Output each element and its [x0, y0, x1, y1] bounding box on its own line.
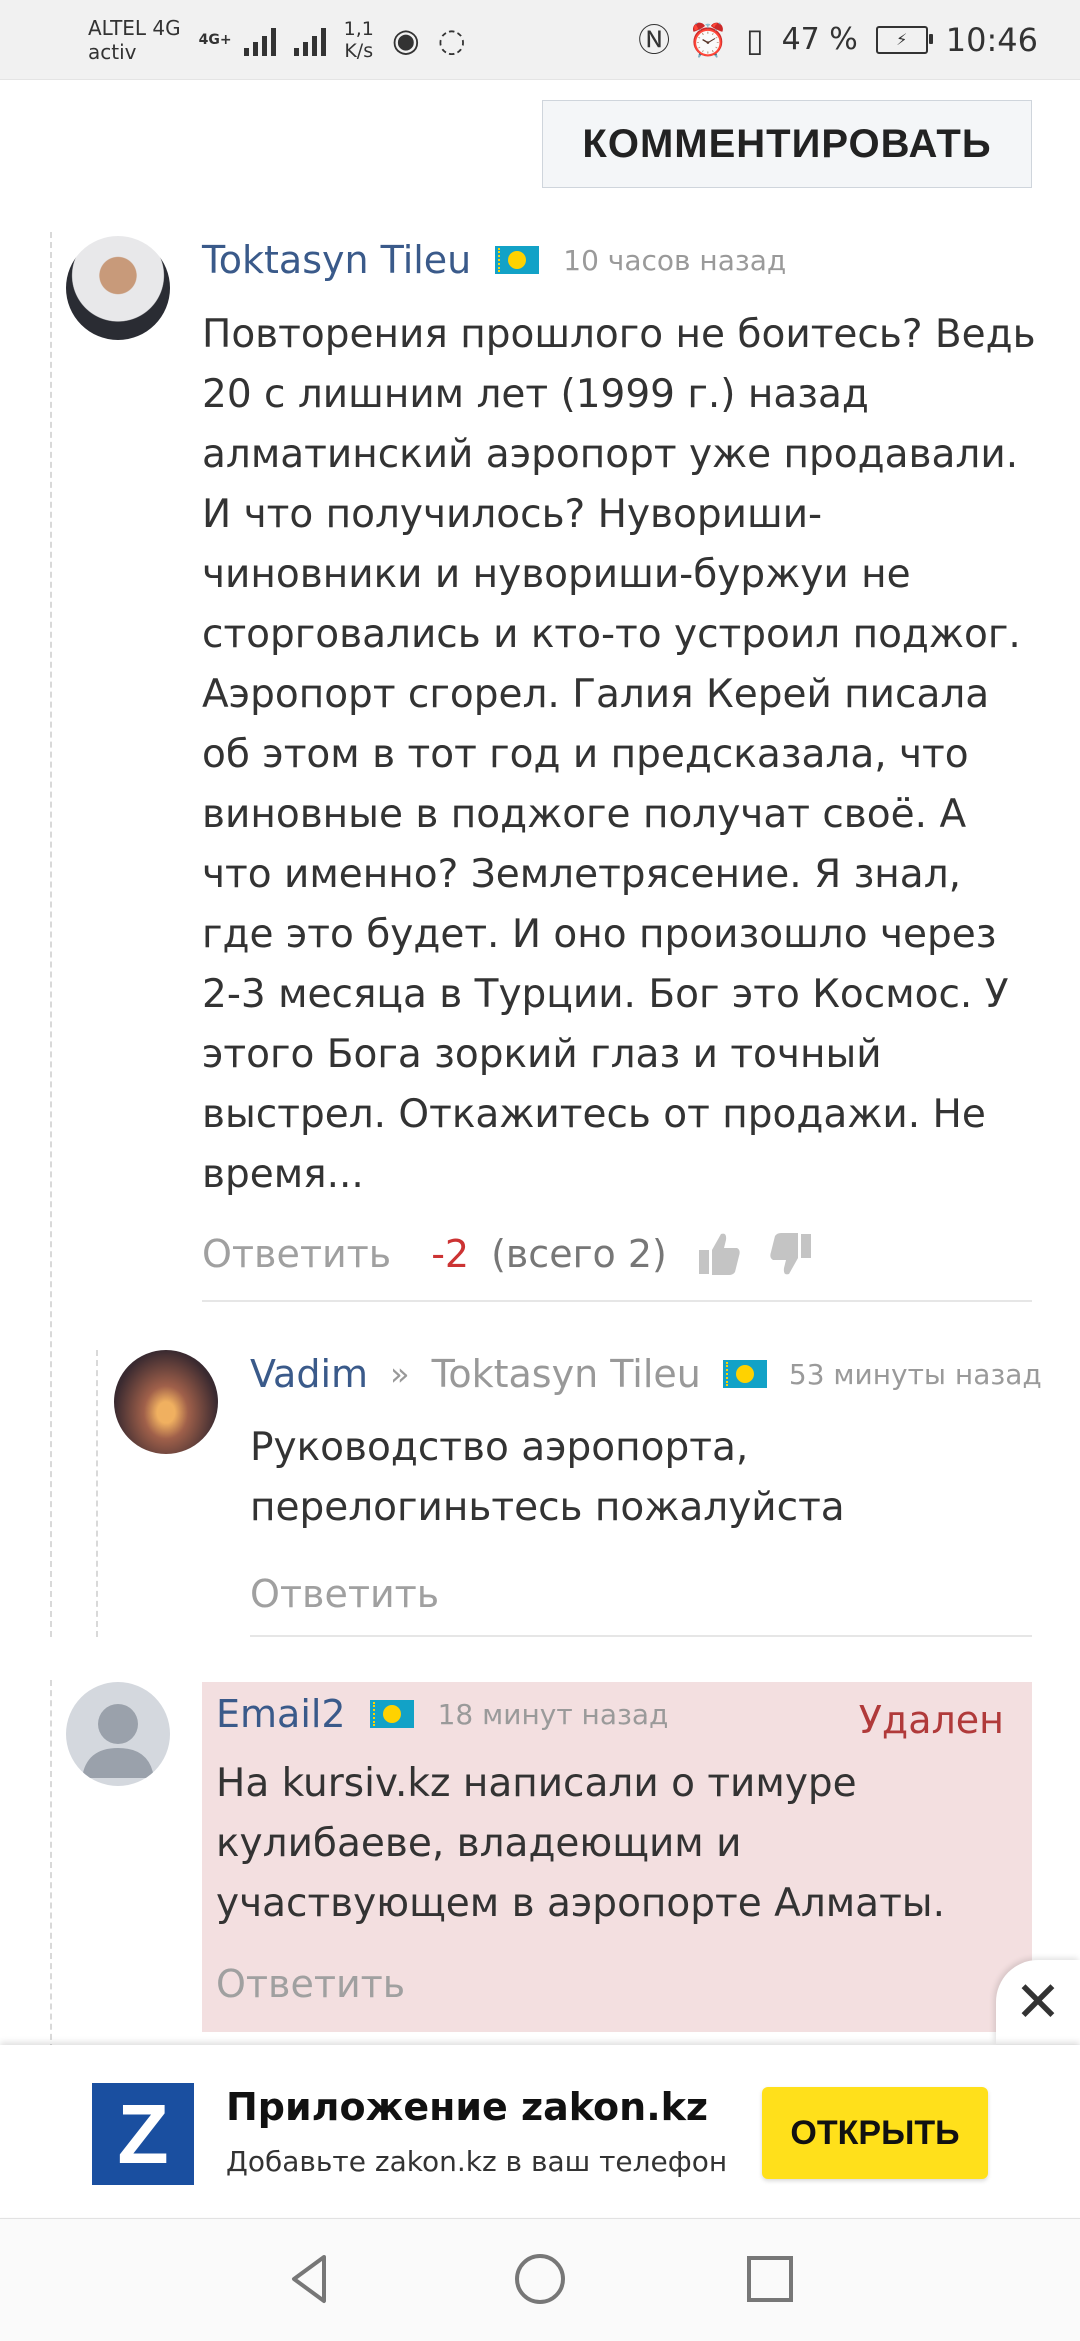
thread-line — [50, 232, 52, 1637]
avatar-toktasyn[interactable] — [66, 236, 170, 340]
signal-bars-icon — [243, 24, 276, 56]
comment-header: Email2 18 минут назад — [216, 1692, 668, 1736]
avatar-vadim[interactable] — [114, 1350, 218, 1454]
reply-link[interactable]: Ответить — [216, 1962, 405, 2006]
reply-header: Vadim » Toktasyn Tileu 53 минуты назад — [250, 1352, 1042, 1396]
sync-icon: ◌ — [437, 20, 466, 59]
comment-author[interactable]: Email2 — [216, 1692, 346, 1736]
alarm-icon: ⏰ — [688, 20, 728, 59]
thread-line-2 — [50, 1680, 52, 2050]
avatar-email2[interactable] — [66, 1682, 170, 1786]
comment-time: 18 минут назад — [437, 1697, 669, 1731]
default-user-icon — [82, 1704, 154, 1778]
thread-line-nested — [96, 1350, 98, 1637]
rating-total: (всего 2) — [491, 1232, 667, 1276]
carrier-sub: activ — [88, 39, 137, 64]
back-icon[interactable] — [280, 2249, 340, 2309]
comment-text: Руководство аэропорта, перелогиньтесь по… — [250, 1425, 845, 1530]
deleted-comment-box: Email2 18 минут назад Удален На kursiv.k… — [202, 1682, 1032, 2032]
thumbs-up-icon[interactable] — [697, 1230, 741, 1278]
status-right: Ⓝ ⏰ ▯ 47 % ⚡ 10:46 — [638, 21, 1038, 59]
kz-flag-icon — [495, 246, 540, 274]
comment-time: 10 часов назад — [563, 243, 787, 277]
comment-button[interactable]: КОММЕНТИРОВАТЬ — [542, 100, 1032, 188]
reply-to-author[interactable]: Toktasyn Tileu — [432, 1352, 701, 1396]
comment-divider — [250, 1635, 1032, 1637]
comment-text: Повторения прошлого не боитесь? Ведь 20 … — [202, 312, 1036, 1197]
comment-actions: Ответить -2 (всего 2) — [202, 1230, 813, 1278]
battery-percent: 47 % — [781, 22, 858, 57]
battery-icon: ⚡ — [875, 25, 933, 54]
reply-link[interactable]: Ответить — [250, 1572, 439, 1616]
status-left: ALTEL 4G activ 4G+ 1,1 K/s ◉ ◌ — [88, 16, 466, 64]
kz-flag-icon — [722, 1360, 767, 1388]
comment-header: Toktasyn Tileu 10 часов назад — [202, 238, 786, 282]
thumbs-down-icon[interactable] — [769, 1230, 813, 1278]
close-banner-button[interactable]: ✕ — [996, 1960, 1080, 2044]
deleted-badge: Удален — [858, 1698, 1004, 1742]
carrier-name: ALTEL 4G — [88, 15, 181, 40]
banner-subtitle: Добавьте zakon.kz в ваш телефон — [226, 2145, 728, 2178]
comment-author[interactable]: Vadim — [250, 1352, 368, 1396]
network-speed: 1,1 K/s — [344, 18, 374, 62]
open-app-button[interactable]: ОТКРЫТЬ — [762, 2087, 988, 2179]
comment-divider — [202, 1300, 1032, 1302]
clock: 10:46 — [945, 20, 1038, 59]
status-bar: ALTEL 4G activ 4G+ 1,1 K/s ◉ ◌ Ⓝ ⏰ ▯ 47 … — [0, 0, 1080, 80]
zakon-logo: Z — [92, 2083, 194, 2185]
reply-link[interactable]: Ответить — [202, 1232, 391, 1276]
home-icon[interactable] — [510, 2249, 570, 2309]
banner-title: Приложение zakon.kz — [226, 2085, 709, 2129]
kz-flag-icon — [369, 1700, 414, 1728]
rating-value: -2 — [431, 1232, 470, 1276]
reply-arrow: » — [390, 1355, 410, 1393]
app-install-banner: Z Приложение zakon.kz Добавьте zakon.kz … — [0, 2045, 1080, 2217]
system-nav-bar — [0, 2218, 1080, 2341]
comment-time: 53 минуты назад — [788, 1357, 1042, 1391]
vibrate-icon: ▯ — [745, 20, 764, 59]
recents-icon[interactable] — [740, 2249, 800, 2309]
comment-author[interactable]: Toktasyn Tileu — [202, 238, 471, 282]
speed-unit: K/s — [344, 39, 374, 62]
comment-text: На kursiv.kz написали о тимуре кулибаеве… — [216, 1761, 945, 1926]
network-badge: 4G+ — [198, 31, 232, 48]
speed-value: 1,1 — [343, 17, 374, 40]
carrier-info: ALTEL 4G activ — [88, 16, 181, 64]
nfc-icon: Ⓝ — [638, 20, 671, 59]
eye-icon: ◉ — [391, 20, 420, 59]
signal-bars-2-icon — [293, 24, 326, 56]
